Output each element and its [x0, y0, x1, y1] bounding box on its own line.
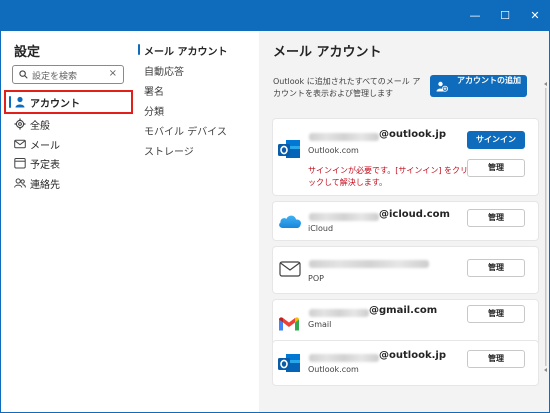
sidebar-item-label: 連絡先: [30, 180, 60, 191]
contacts-icon: [14, 178, 26, 188]
sidebar-item-contacts[interactable]: 連絡先: [5, 172, 131, 194]
subnav-storage[interactable]: ストレージ: [144, 143, 194, 158]
gear-icon: [14, 118, 26, 130]
redacted-email: [309, 309, 369, 317]
manage-button[interactable]: 管理: [467, 159, 525, 177]
redacted-email: [309, 354, 379, 362]
icloud-icon: [279, 215, 301, 228]
envelope-icon: [279, 261, 301, 277]
subnav-categories[interactable]: 分類: [144, 103, 164, 118]
redacted-email: [309, 133, 379, 141]
subnav-auto-replies[interactable]: 自動応答: [144, 63, 184, 78]
settings-window: 設定 設定を検索 × アカウント 全般 メール 予定表 連絡先 メール アカウン…: [0, 31, 550, 413]
account-email-domain: @gmail.com: [369, 305, 438, 316]
manage-button[interactable]: 管理: [467, 259, 525, 277]
outlook-icon: [278, 140, 300, 158]
sign-in-button[interactable]: サインイン: [467, 131, 525, 149]
account-card: @outlook.jp Outlook.com サインイン 管理 サインインが必…: [272, 118, 539, 196]
account-card: POP 管理: [272, 246, 539, 294]
title-bar: — ☐ ✕: [0, 0, 550, 31]
sidebar-item-general[interactable]: 全般: [5, 113, 131, 135]
clear-search-icon[interactable]: ×: [109, 68, 117, 79]
account-provider: Outlook.com: [308, 365, 359, 374]
account-card: @gmail.com Gmail 管理: [272, 299, 539, 345]
sign-in-error: サインインが必要です。[サインイン] をクリックして解決します。: [308, 166, 468, 187]
manage-button[interactable]: 管理: [467, 305, 525, 323]
account-email-domain: @outlook.jp: [379, 350, 446, 361]
close-button[interactable]: ✕: [520, 0, 550, 31]
sidebar-item-label: アカウント: [30, 99, 80, 110]
account-email-domain: @outlook.jp: [379, 129, 446, 140]
manage-button[interactable]: 管理: [467, 350, 525, 368]
redacted-email: [309, 213, 379, 221]
active-indicator: [9, 96, 11, 108]
subnav-active-indicator: [138, 44, 140, 55]
search-icon: [19, 70, 28, 79]
subnav-signatures[interactable]: 署名: [144, 83, 164, 98]
search-placeholder: 設定を検索: [32, 72, 78, 82]
sidebar-item-label: メール: [30, 141, 60, 152]
person-icon: [15, 96, 25, 108]
sidebar-item-label: 全般: [30, 121, 50, 132]
email-accounts-panel: メール アカウント Outlook に追加されたすべてのメール アカウントを表示…: [259, 31, 549, 412]
account-provider: Gmail: [308, 320, 332, 329]
account-provider: POP: [308, 274, 324, 283]
redacted-email: [309, 260, 429, 268]
sidebar-item-calendar[interactable]: 予定表: [5, 152, 131, 174]
minimize-button[interactable]: —: [460, 0, 490, 31]
add-account-button[interactable]: アカウントの追加: [430, 75, 527, 97]
add-person-icon: [436, 81, 448, 92]
scrollbar[interactable]: [544, 82, 547, 372]
calendar-icon: [14, 158, 26, 169]
settings-title: 設定: [14, 45, 41, 60]
maximize-button[interactable]: ☐: [490, 0, 520, 31]
add-account-label: アカウントの追加: [457, 76, 521, 85]
page-description: Outlook に追加されたすべてのメール アカウントを表示および管理します: [273, 77, 421, 98]
account-provider: Outlook.com: [308, 146, 359, 155]
subnav-email-accounts[interactable]: メール アカウント: [144, 43, 227, 58]
sidebar-item-accounts[interactable]: アカウント: [4, 90, 133, 114]
manage-button[interactable]: 管理: [467, 209, 525, 227]
page-title: メール アカウント: [273, 45, 382, 60]
settings-sidebar: 設定 設定を検索 × アカウント 全般 メール 予定表 連絡先: [1, 31, 135, 412]
gmail-icon: [279, 317, 299, 331]
account-card: @icloud.com iCloud 管理: [272, 201, 539, 241]
account-card: @outlook.jp Outlook.com 管理: [272, 340, 539, 386]
outlook-icon: [278, 354, 300, 372]
settings-search-input[interactable]: 設定を検索 ×: [12, 65, 124, 84]
mail-icon: [14, 139, 26, 149]
subnav-mobile-devices[interactable]: モバイル デバイス: [144, 123, 227, 138]
sidebar-item-label: 予定表: [30, 160, 60, 171]
account-email-domain: @icloud.com: [379, 209, 450, 220]
accounts-subnav: メール アカウント 自動応答 署名 分類 モバイル デバイス ストレージ: [135, 31, 259, 412]
account-provider: iCloud: [308, 224, 334, 233]
